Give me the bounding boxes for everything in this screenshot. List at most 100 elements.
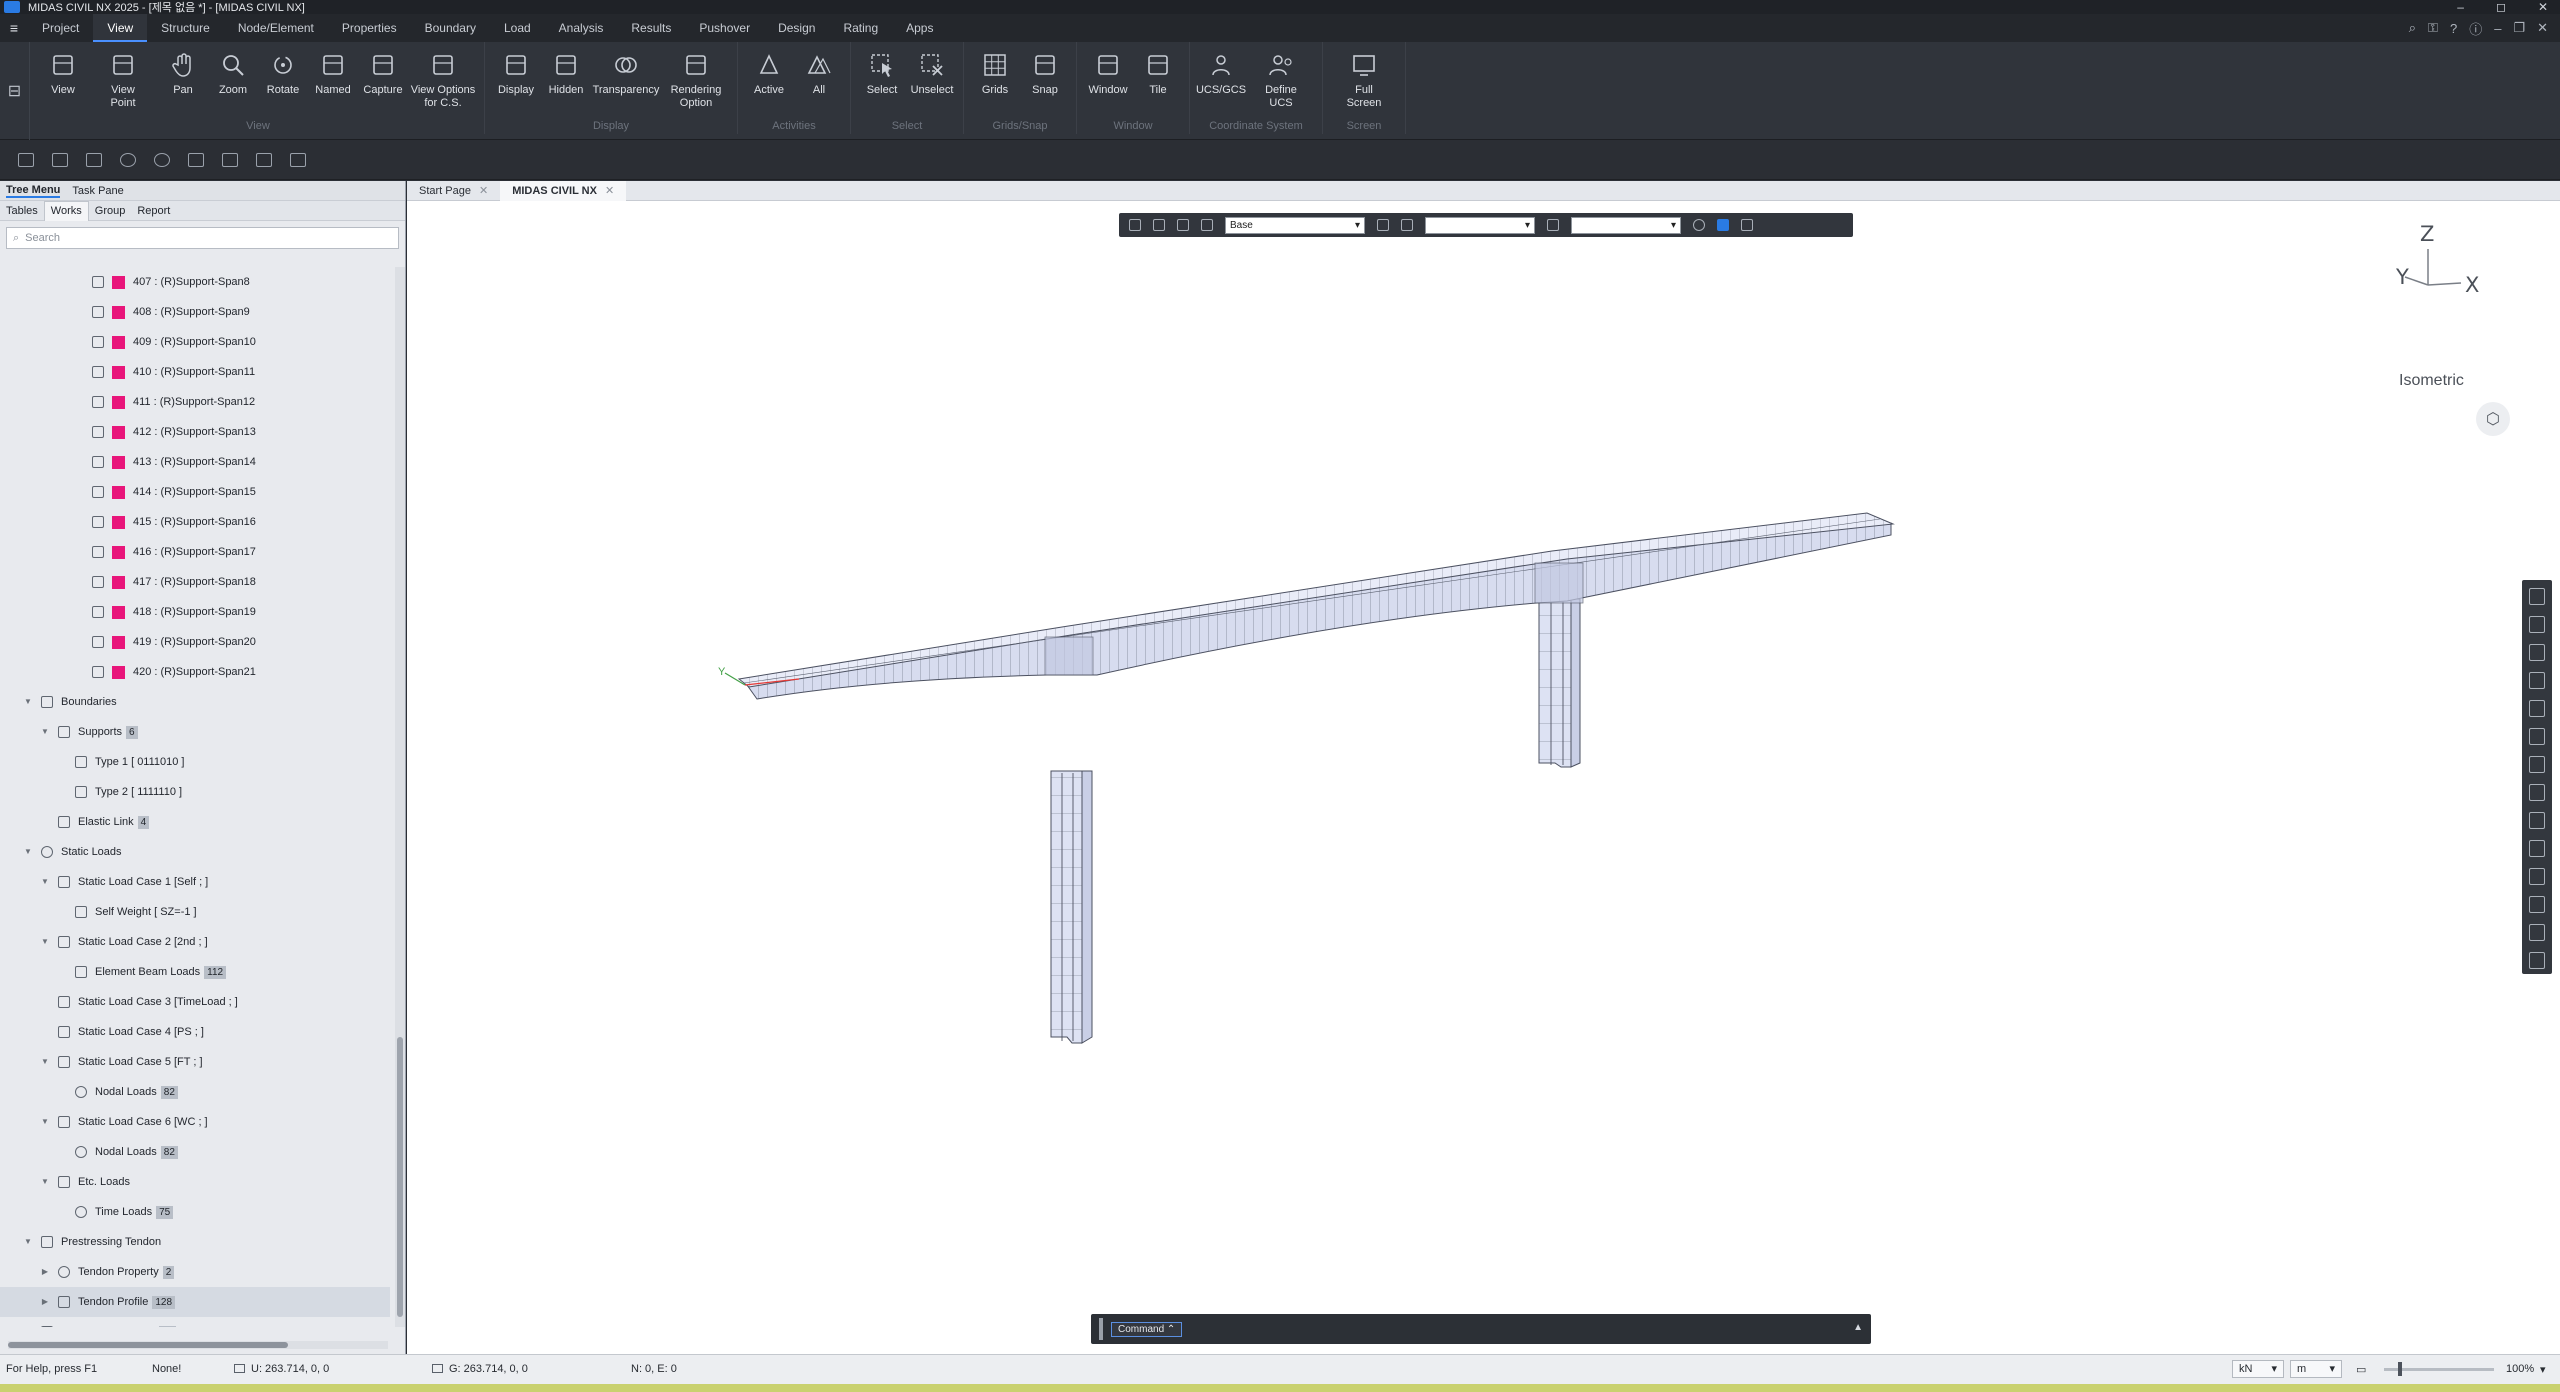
tree-item[interactable]: 412 : (R)Support-Span13 <box>0 417 390 447</box>
menu-tab-structure[interactable]: Structure <box>147 14 224 42</box>
search-icon[interactable]: ⌕ <box>2409 20 2416 36</box>
collapse-icon[interactable]: ▼ <box>23 1227 33 1257</box>
zoom-fit-icon[interactable] <box>154 152 170 167</box>
iso-view-icon[interactable] <box>2529 952 2545 969</box>
orbit-icon[interactable] <box>2529 840 2545 857</box>
maximize-button[interactable]: ◻ <box>2496 0 2506 14</box>
menu-tab-pushover[interactable]: Pushover <box>685 14 764 42</box>
close-tab-icon[interactable]: ✕ <box>479 184 488 197</box>
tree-item[interactable]: 414 : (R)Support-Span15 <box>0 477 390 507</box>
define-ucs-button[interactable]: Define UCS <box>1246 50 1316 110</box>
tree-menu-tab[interactable]: Tree Menu <box>6 184 61 198</box>
tree-item[interactable]: Nodal Loads 82 <box>0 1077 390 1107</box>
task-pane-tab[interactable]: Task Pane <box>72 185 123 197</box>
tree-item[interactable]: Element Beam Loads 112 <box>0 957 390 987</box>
bridge-model[interactable]: Y <box>407 201 2560 1281</box>
tree-horizontal-scrollbar[interactable] <box>8 1341 388 1349</box>
inner-close-icon[interactable]: ✕ <box>2537 20 2548 36</box>
tree-vertical-scrollbar[interactable] <box>395 267 405 1327</box>
tree-item[interactable]: ▼ Static Loads <box>0 837 390 867</box>
hidden-button[interactable]: Hidden <box>541 50 591 97</box>
command-grip-icon[interactable] <box>1099 1318 1103 1340</box>
length-unit-select[interactable]: m ▾ <box>2290 1360 2342 1378</box>
select-button[interactable]: Select <box>857 50 907 97</box>
tree-item[interactable]: ▼ Static Load Case 2 [2nd ; ] <box>0 927 390 957</box>
info-icon[interactable]: ⓘ <box>2469 19 2482 38</box>
zoom-in-icon[interactable] <box>2529 616 2545 633</box>
tree-item[interactable]: 411 : (R)Support-Span12 <box>0 387 390 417</box>
tree-item[interactable]: ▶ Construction Stage26 <box>0 1317 390 1327</box>
minimize-button[interactable]: – <box>2457 0 2464 14</box>
top-view-icon[interactable] <box>2529 896 2545 913</box>
menu-tab-rating[interactable]: Rating <box>829 14 892 42</box>
command-input[interactable]: Command ⌃ <box>1111 1321 1183 1337</box>
save-file-icon[interactable] <box>86 152 102 167</box>
open-file-icon[interactable] <box>52 152 68 167</box>
pier-left[interactable] <box>1050 770 1093 1044</box>
menu-tab-analysis[interactable]: Analysis <box>545 14 618 42</box>
scroll-thumb[interactable] <box>8 1342 288 1348</box>
tree-item[interactable]: ▼ Static Load Case 5 [FT ; ] <box>0 1047 390 1077</box>
table-icon[interactable] <box>290 152 306 167</box>
tree-item[interactable]: ▶ Tendon Property 2 <box>0 1257 390 1287</box>
rendering-option-button[interactable]: Rendering Option <box>661 50 731 110</box>
menu-tab-apps[interactable]: Apps <box>892 14 947 42</box>
search-input[interactable]: ⌕ Search <box>6 227 399 249</box>
unselect-button[interactable]: Unselect <box>907 50 957 97</box>
find-icon[interactable] <box>120 152 136 167</box>
tree-item[interactable]: ▼ Etc. Loads <box>0 1167 390 1197</box>
tree-item[interactable]: Type 2 [ 1111110 ] <box>0 777 390 807</box>
display-button[interactable]: Display <box>491 50 541 97</box>
ribbon-pin-icon[interactable]: ⊟ <box>0 42 30 140</box>
hamburger-menu-icon[interactable]: ≡ <box>0 20 28 36</box>
tree-item[interactable]: 418 : (R)Support-Span19 <box>0 597 390 627</box>
zoom-level-dropdown-icon[interactable]: ▾ <box>2540 1363 2546 1376</box>
tree-item[interactable]: 420 : (R)Support-Span21 <box>0 657 390 687</box>
front-view-icon[interactable] <box>2529 868 2545 885</box>
tree-tab-group[interactable]: Group <box>89 205 132 217</box>
named-button[interactable]: Named <box>308 50 358 97</box>
menu-tab-design[interactable]: Design <box>764 14 829 42</box>
tree-item[interactable]: 417 : (R)Support-Span18 <box>0 567 390 597</box>
zoom-dynamic-icon[interactable] <box>2529 728 2545 745</box>
new-file-icon[interactable] <box>18 152 34 167</box>
tree-item[interactable]: Type 1 [ 0111010 ] <box>0 747 390 777</box>
zoom-out-icon[interactable] <box>2529 644 2545 661</box>
menu-tab-load[interactable]: Load <box>490 14 545 42</box>
menu-tab-properties[interactable]: Properties <box>328 14 411 42</box>
tree-item[interactable]: Static Load Case 4 [PS ; ] <box>0 1017 390 1047</box>
tile-button[interactable]: Tile <box>1133 50 1183 97</box>
rotate-icon[interactable] <box>2529 784 2545 801</box>
tree-item[interactable]: ▶ Tendon Profile 128 <box>0 1287 390 1317</box>
menu-tab-boundary[interactable]: Boundary <box>411 14 490 42</box>
menu-tab-results[interactable]: Results <box>617 14 685 42</box>
grids-button[interactable]: Grids <box>970 50 1020 97</box>
view-point-button[interactable]: View Point <box>88 50 158 110</box>
tree-tab-works[interactable]: Works <box>43 200 89 221</box>
zoom-previous-icon[interactable] <box>2529 700 2545 717</box>
collapse-icon[interactable]: ▼ <box>40 867 50 897</box>
collapse-icon[interactable]: ▼ <box>23 687 33 717</box>
pan-button[interactable]: Pan <box>158 50 208 97</box>
tree-item[interactable]: Time Loads 75 <box>0 1197 390 1227</box>
tree-item[interactable]: Elastic Link 4 <box>0 807 390 837</box>
tree-item[interactable]: ▼ Prestressing Tendon <box>0 1227 390 1257</box>
view-button[interactable]: View <box>38 50 88 97</box>
all-button[interactable]: All <box>794 50 844 97</box>
ucs-gcs-button[interactable]: UCS/GCS <box>1196 50 1246 97</box>
tree-item[interactable]: Self Weight [ SZ=-1 ] <box>0 897 390 927</box>
unit-toggle-icon[interactable]: ▭ <box>2356 1363 2366 1376</box>
tree-item[interactable]: 413 : (R)Support-Span14 <box>0 447 390 477</box>
close-button[interactable]: ✕ <box>2538 0 2548 14</box>
collapse-icon[interactable]: ▼ <box>40 1047 50 1077</box>
collapse-icon[interactable]: ▼ <box>40 927 50 957</box>
tree-item[interactable]: 410 : (R)Support-Span11 <box>0 357 390 387</box>
active-button[interactable]: Active <box>744 50 794 97</box>
tree-tab-report[interactable]: Report <box>131 205 176 217</box>
tree-item[interactable]: Nodal Loads 82 <box>0 1137 390 1167</box>
zoom-button[interactable]: Zoom <box>208 50 258 97</box>
tree-item[interactable]: 415 : (R)Support-Span16 <box>0 507 390 537</box>
inner-restore-icon[interactable]: ❐ <box>2513 20 2525 36</box>
zoom-window-icon[interactable] <box>2529 588 2545 605</box>
pan-icon[interactable] <box>2529 756 2545 773</box>
